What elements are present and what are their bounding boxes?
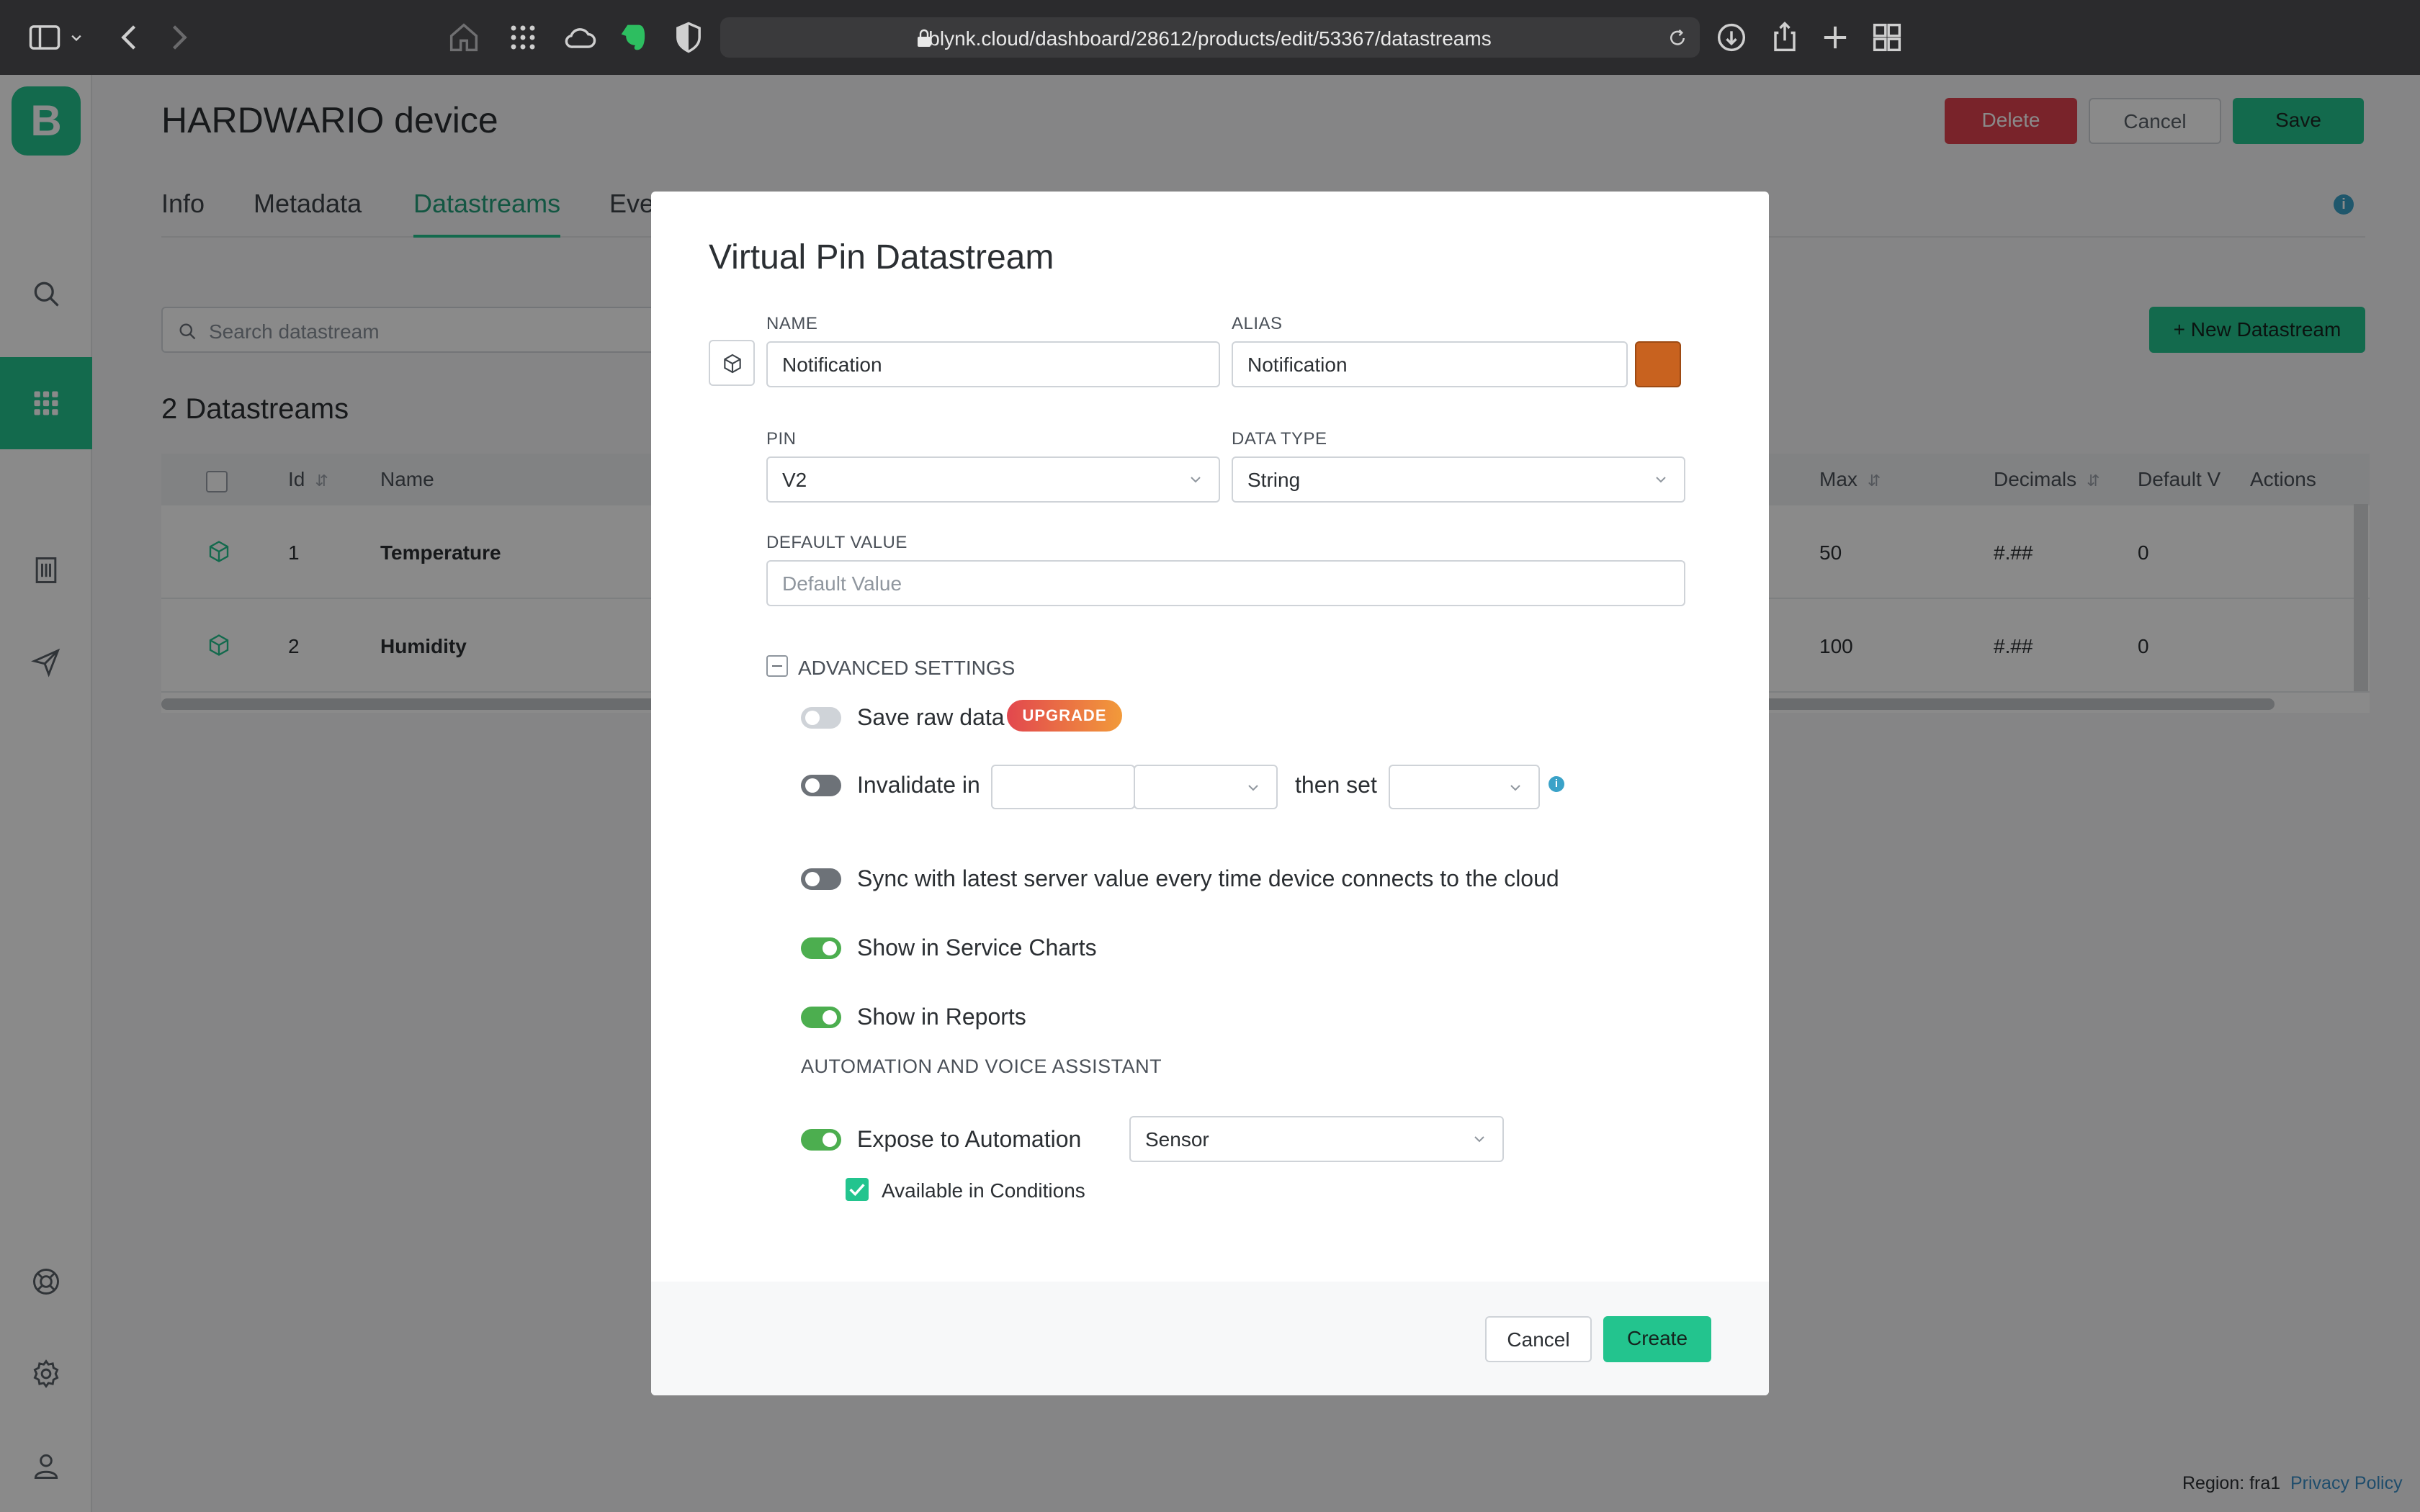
chevron-down-icon xyxy=(1191,477,1201,483)
create-button[interactable]: Create xyxy=(1603,1316,1711,1362)
color-swatch[interactable] xyxy=(1635,341,1681,387)
chevron-down-icon xyxy=(1656,477,1666,483)
expose-automation-toggle[interactable] xyxy=(801,1129,841,1151)
forward-icon[interactable] xyxy=(160,19,197,56)
automation-type-select[interactable]: Sensor xyxy=(1129,1116,1504,1162)
alias-label: ALIAS xyxy=(1232,314,1283,333)
browser-toolbar: blynk.cloud/dashboard/28612/products/edi… xyxy=(0,0,2420,75)
chevron-down-icon xyxy=(1248,785,1258,791)
name-field[interactable]: Notification xyxy=(766,341,1220,387)
service-charts-toggle[interactable] xyxy=(801,937,841,959)
datatype-label: DATA TYPE xyxy=(1232,429,1327,449)
sidebar-toggle-icon[interactable] xyxy=(26,19,63,56)
then-set-select[interactable] xyxy=(1389,765,1540,809)
datastream-icon-picker[interactable] xyxy=(709,340,755,386)
chevron-down-icon xyxy=(1510,785,1520,791)
name-label: NAME xyxy=(766,314,818,333)
new-tab-icon[interactable] xyxy=(1816,19,1854,56)
apps-grid-icon[interactable] xyxy=(504,19,542,56)
url-text: blynk.cloud/dashboard/28612/products/edi… xyxy=(928,27,1492,50)
reports-label: Show in Reports xyxy=(857,1004,1026,1030)
then-set-label: then set xyxy=(1295,772,1377,798)
automation-type-value: Sensor xyxy=(1145,1128,1209,1151)
datatype-select[interactable]: String xyxy=(1232,456,1685,503)
address-bar[interactable]: blynk.cloud/dashboard/28612/products/edi… xyxy=(720,17,1700,58)
chevron-down-icon[interactable] xyxy=(66,19,86,56)
download-icon[interactable] xyxy=(1713,19,1750,56)
share-icon[interactable] xyxy=(1766,19,1803,56)
shield-icon[interactable] xyxy=(670,19,707,56)
checkmark-icon xyxy=(849,1184,865,1197)
advanced-collapse-icon[interactable] xyxy=(766,655,788,677)
info-icon[interactable]: i xyxy=(1549,776,1564,792)
back-icon[interactable] xyxy=(111,19,148,56)
service-charts-label: Show in Service Charts xyxy=(857,935,1097,960)
available-in-conditions-checkbox[interactable] xyxy=(846,1178,869,1201)
default-value-input[interactable]: Default Value xyxy=(766,560,1685,606)
pin-value: V2 xyxy=(782,469,807,491)
sync-label: Sync with latest server value every time… xyxy=(857,865,1559,891)
datastream-modal: Virtual Pin Datastream NAME Notification… xyxy=(651,192,1769,1395)
datatype-value: String xyxy=(1247,469,1301,491)
home-icon[interactable] xyxy=(445,19,483,56)
modal-cancel-button[interactable]: Cancel xyxy=(1485,1316,1592,1362)
invalidate-unit-select[interactable] xyxy=(1134,765,1278,809)
automation-section-label: AUTOMATION AND VOICE ASSISTANT xyxy=(801,1056,1162,1077)
tab-overview-icon[interactable] xyxy=(1868,19,1906,56)
sync-toggle[interactable] xyxy=(801,868,841,890)
pin-select[interactable]: V2 xyxy=(766,456,1220,503)
modal-title: Virtual Pin Datastream xyxy=(709,238,1054,276)
expose-automation-label: Expose to Automation xyxy=(857,1126,1082,1152)
invalidate-amount-input[interactable] xyxy=(991,765,1135,809)
default-value-label: DEFAULT VALUE xyxy=(766,533,908,552)
upgrade-badge[interactable]: UPGRADE xyxy=(1007,700,1122,732)
cloud-icon[interactable] xyxy=(562,19,599,56)
reload-icon[interactable] xyxy=(1667,27,1688,49)
invalidate-label: Invalidate in xyxy=(857,772,980,798)
reports-toggle[interactable] xyxy=(801,1007,841,1028)
advanced-settings-label[interactable]: ADVANCED SETTINGS xyxy=(798,657,1015,680)
save-raw-label: Save raw data xyxy=(857,704,1005,730)
modal-footer xyxy=(651,1282,1769,1395)
save-raw-toggle[interactable] xyxy=(801,707,841,729)
alias-field[interactable]: Notification xyxy=(1232,341,1628,387)
invalidate-toggle[interactable] xyxy=(801,775,841,796)
pin-label: PIN xyxy=(766,429,797,449)
available-in-conditions-label: Available in Conditions xyxy=(882,1179,1085,1202)
chevron-down-icon xyxy=(1474,1136,1484,1143)
evernote-icon[interactable] xyxy=(615,19,653,56)
cube-icon xyxy=(724,354,741,374)
